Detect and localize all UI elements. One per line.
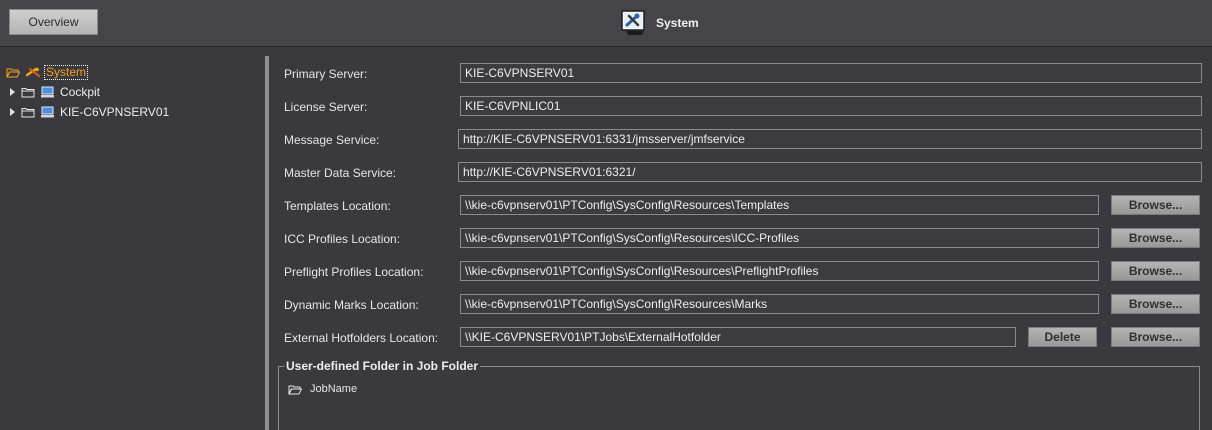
external-hotfolders-browse-button[interactable]: Browse... [1111, 327, 1200, 347]
user-folder-item[interactable]: JobName [288, 383, 357, 395]
icc-profiles-browse-button[interactable]: Browse... [1111, 228, 1200, 248]
tree-item-label: System [44, 64, 89, 80]
header-title-area: System [620, 8, 699, 38]
panel-splitter[interactable] [265, 56, 269, 430]
folder-icon [21, 107, 35, 117]
master-data-service-field[interactable]: http://KIE-C6VPNSERV01:6321/ [458, 162, 1202, 182]
external-hotfolders-location-field[interactable]: \\KIE-C6VPNSERV01\PTJobs\ExternalHotfold… [460, 327, 1016, 347]
tree-item-label: KIE-C6VPNSERV01 [60, 105, 170, 119]
license-server-field[interactable]: KIE-C6VPNLIC01 [460, 96, 1202, 116]
message-service-field[interactable]: http://KIE-C6VPNSERV01:6331/jmsserver/jm… [458, 129, 1202, 149]
system-settings-icon [621, 10, 645, 35]
tree-item-server[interactable]: KIE-C6VPNSERV01 [10, 103, 169, 121]
primary-server-field[interactable]: KIE-C6VPNSERV01 [460, 63, 1202, 83]
preflight-profiles-browse-button[interactable]: Browse... [1111, 261, 1200, 281]
open-folder-icon [6, 68, 20, 77]
master-data-service-label: Master Data Service: [284, 166, 397, 180]
external-hotfolders-delete-button[interactable]: Delete [1028, 327, 1097, 347]
primary-server-label: Primary Server: [284, 67, 368, 81]
dynamic-marks-location-field[interactable]: \\kie-c6vpnserv01\PTConfig\SysConfig\Res… [460, 294, 1099, 314]
navigation-tree: System Cockpit KIE-C6VPNSERV01 [0, 47, 262, 430]
license-server-label: License Server: [284, 100, 368, 114]
top-header: Overview System [0, 0, 1212, 47]
user-defined-folder-group-title: User-defined Folder in Job Folder [284, 359, 481, 373]
message-service-label: Message Service: [284, 133, 380, 147]
dynamic-marks-browse-button[interactable]: Browse... [1111, 294, 1200, 314]
page-title: System [656, 16, 699, 30]
dynamic-marks-location-label: Dynamic Marks Location: [284, 298, 419, 312]
folder-icon [21, 87, 35, 97]
system-settings-window: Overview System System Cockpit KIE-C6VPN… [0, 0, 1212, 430]
templates-browse-button[interactable]: Browse... [1111, 195, 1200, 215]
computer-icon [41, 86, 54, 98]
system-icon [26, 67, 40, 77]
open-folder-icon [288, 385, 302, 394]
preflight-profiles-location-field[interactable]: \\kie-c6vpnserv01\PTConfig\SysConfig\Res… [460, 261, 1099, 281]
user-folder-item-label: JobName [310, 383, 358, 395]
computer-icon [41, 106, 54, 118]
external-hotfolders-location-label: External Hotfolders Location: [284, 331, 439, 345]
icc-profiles-location-label: ICC Profiles Location: [284, 232, 401, 246]
templates-location-label: Templates Location: [284, 199, 391, 213]
expand-arrow-icon[interactable] [10, 108, 15, 116]
tree-item-label: Cockpit [60, 85, 101, 99]
templates-location-field[interactable]: \\kie-c6vpnserv01\PTConfig\SysConfig\Res… [460, 195, 1099, 215]
expand-arrow-icon[interactable] [10, 88, 15, 96]
tree-item-cockpit[interactable]: Cockpit [10, 83, 100, 101]
tree-item-system[interactable]: System [6, 63, 89, 81]
overview-button[interactable]: Overview [9, 9, 98, 35]
icc-profiles-location-field[interactable]: \\kie-c6vpnserv01\PTConfig\SysConfig\Res… [460, 228, 1099, 248]
user-defined-folder-group [278, 366, 1200, 430]
preflight-profiles-location-label: Preflight Profiles Location: [284, 265, 424, 279]
